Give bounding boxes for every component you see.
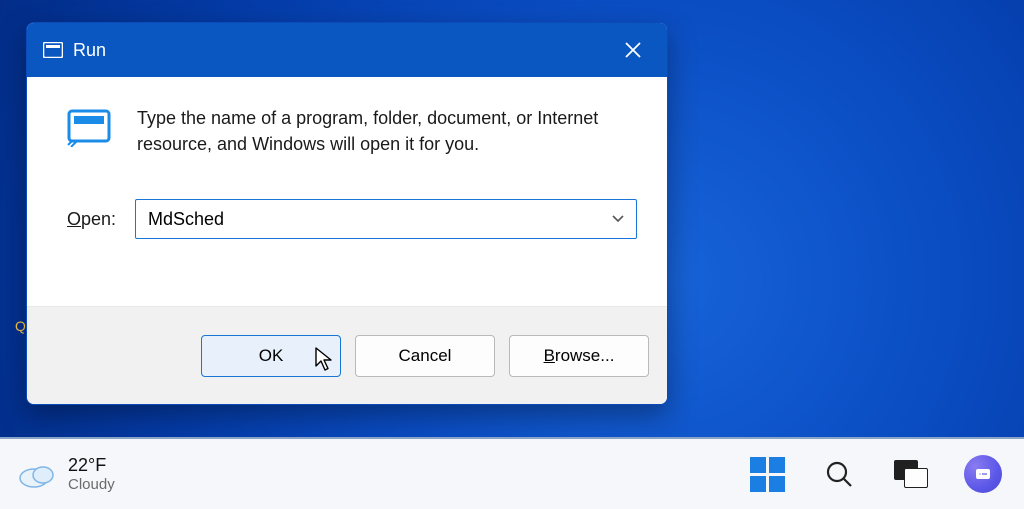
weather-widget[interactable]: 22°F Cloudy (16, 455, 115, 493)
dialog-body: Type the name of a program, folder, docu… (27, 77, 667, 306)
cursor-icon (314, 346, 334, 377)
ok-button-label: OK (259, 346, 284, 366)
close-button[interactable] (609, 30, 657, 70)
search-button[interactable] (820, 455, 858, 493)
close-icon (624, 41, 642, 59)
run-title-icon (43, 42, 63, 58)
taskbar: 22°F Cloudy (0, 437, 1024, 509)
browse-button-label: Browse... (544, 346, 615, 366)
weather-condition: Cloudy (68, 476, 115, 493)
open-combobox[interactable] (135, 199, 637, 239)
chat-button[interactable] (964, 455, 1002, 493)
cancel-button[interactable]: Cancel (355, 335, 495, 377)
dialog-title: Run (73, 40, 106, 61)
start-button[interactable] (748, 455, 786, 493)
search-icon (824, 459, 854, 489)
open-label: Open: (67, 209, 123, 230)
taskbar-icons (748, 455, 1002, 493)
windows-logo-icon (750, 457, 785, 492)
task-view-button[interactable] (892, 455, 930, 493)
weather-temperature: 22°F (68, 455, 115, 476)
browse-button[interactable]: Browse... (509, 335, 649, 377)
titlebar[interactable]: Run (27, 23, 667, 77)
chat-icon (964, 455, 1002, 493)
dialog-description: Type the name of a program, folder, docu… (137, 105, 637, 157)
chevron-down-icon[interactable] (608, 212, 628, 226)
weather-text: 22°F Cloudy (68, 455, 115, 493)
desktop-glyph: Q (15, 318, 26, 334)
dialog-footer: OK Cancel Browse... (27, 306, 667, 404)
run-dialog: Run Type the name of a program, folder, … (26, 22, 668, 405)
open-input[interactable] (148, 209, 608, 230)
run-program-icon (67, 107, 115, 157)
task-view-icon (894, 460, 928, 488)
weather-icon (16, 458, 56, 490)
cancel-button-label: Cancel (399, 346, 452, 366)
ok-button[interactable]: OK (201, 335, 341, 377)
